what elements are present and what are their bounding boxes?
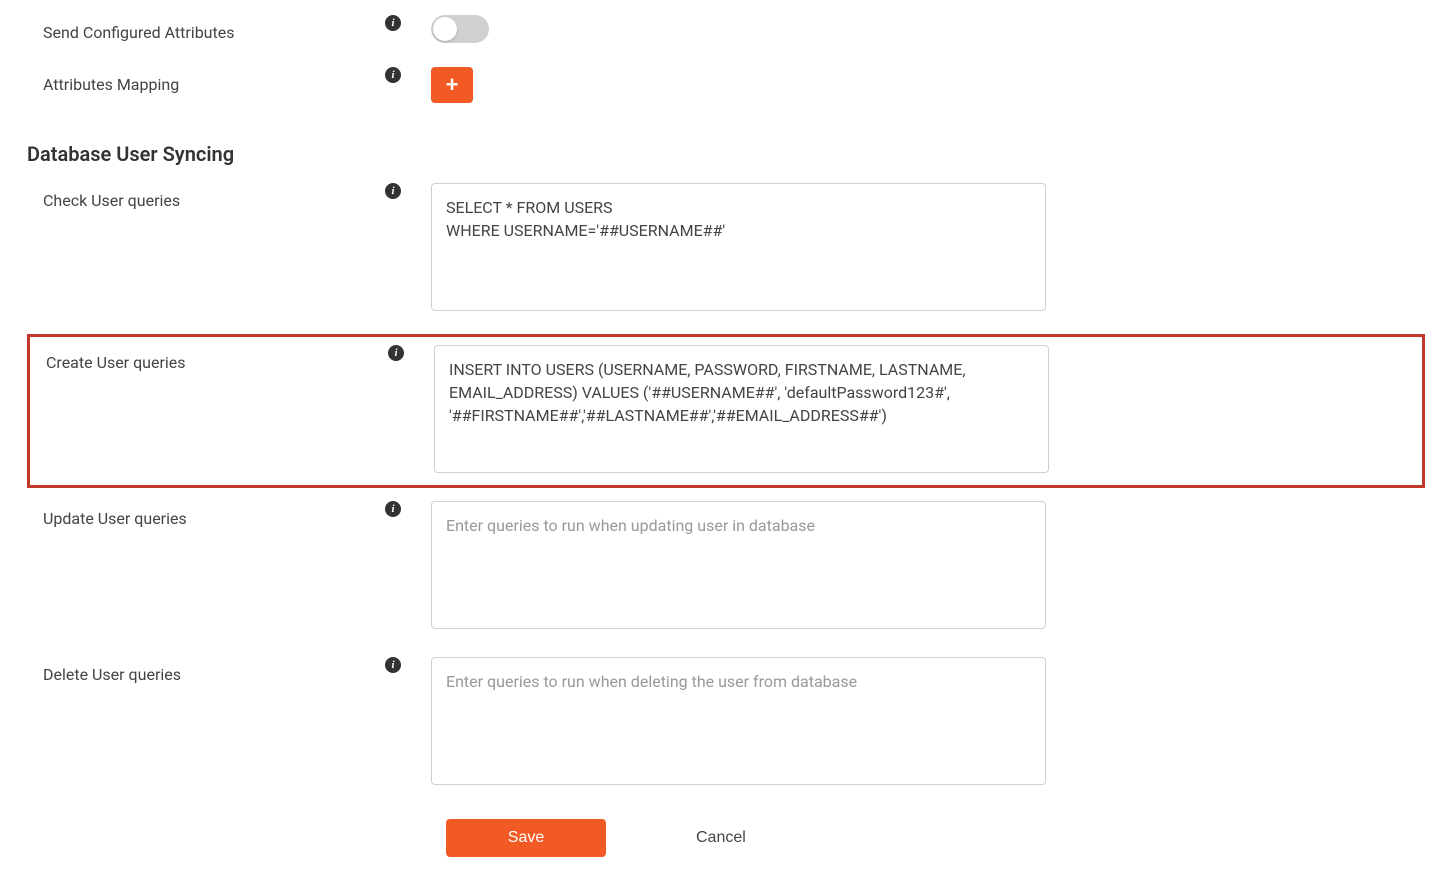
attributes-mapping-row: Attributes Mapping i +	[0, 62, 1452, 108]
delete-user-queries-label: Delete User queries	[0, 657, 385, 684]
update-user-queries-label: Update User queries	[0, 501, 385, 528]
delete-user-queries-textarea[interactable]	[431, 657, 1046, 785]
info-icon[interactable]: i	[388, 345, 404, 361]
cancel-button[interactable]: Cancel	[696, 829, 746, 847]
info-icon[interactable]: i	[385, 15, 401, 31]
attributes-mapping-label: Attributes Mapping	[0, 67, 385, 94]
send-configured-attributes-label: Send Configured Attributes	[0, 15, 385, 42]
info-icon[interactable]: i	[385, 657, 401, 673]
create-user-queries-textarea[interactable]	[434, 345, 1049, 473]
check-user-queries-textarea[interactable]	[431, 183, 1046, 311]
update-user-queries-textarea[interactable]	[431, 501, 1046, 629]
info-icon[interactable]: i	[385, 501, 401, 517]
update-user-queries-row: Update User queries i	[0, 496, 1452, 638]
toggle-knob	[433, 17, 457, 41]
create-user-queries-label: Create User queries	[30, 345, 388, 372]
info-icon[interactable]: i	[385, 67, 401, 83]
form-actions: Save Cancel	[0, 794, 1452, 857]
check-user-queries-row: Check User queries i	[0, 178, 1452, 320]
send-configured-attributes-toggle[interactable]	[431, 15, 489, 43]
create-user-queries-row: Create User queries i	[27, 334, 1425, 488]
info-icon[interactable]: i	[385, 183, 401, 199]
database-user-syncing-heading: Database User Syncing	[0, 122, 1452, 178]
check-user-queries-label: Check User queries	[0, 183, 385, 210]
delete-user-queries-row: Delete User queries i	[0, 652, 1452, 794]
add-attribute-mapping-button[interactable]: +	[431, 67, 473, 103]
save-button[interactable]: Save	[446, 819, 606, 857]
send-configured-attributes-row: Send Configured Attributes i	[0, 10, 1452, 48]
